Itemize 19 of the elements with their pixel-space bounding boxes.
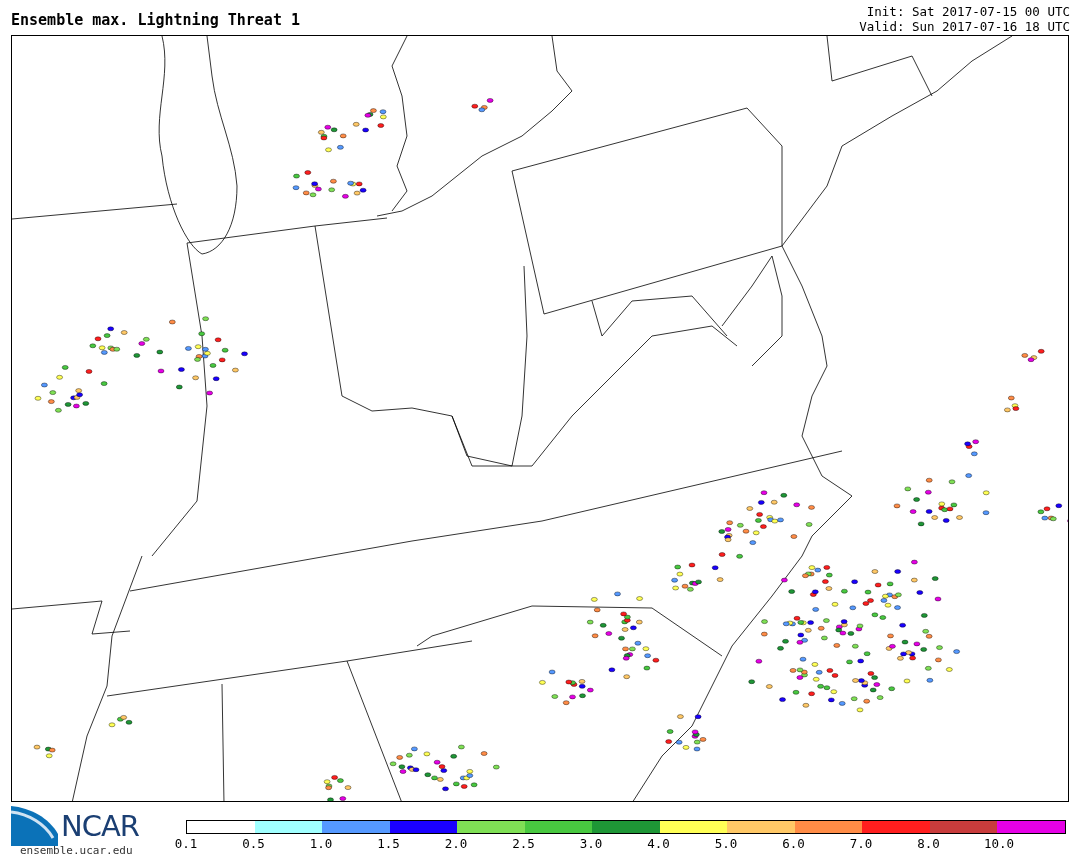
scale-label: 8.0 [916, 836, 941, 851]
scale-label: 0.5 [241, 836, 266, 851]
logo-text: NCAR [61, 809, 139, 843]
scale-label: 3.0 [579, 836, 603, 851]
scale-label: 7.0 [849, 836, 873, 851]
plot-title: Ensemble max. Lightning Threat 1 [11, 11, 300, 31]
ncar-logo-icon [11, 806, 59, 846]
scale-label: 2.0 [444, 836, 468, 851]
website-url: ensemble.ucar.edu [20, 844, 134, 857]
scale-label: 4.0 [646, 836, 671, 851]
scale-label: 0.1 [174, 836, 198, 851]
scale-label: 10.0 [984, 836, 1015, 851]
valid-time: Valid: Sun 2017-07-16 18 UTC [859, 19, 1070, 34]
scale-label: 5.0 [714, 836, 738, 851]
init-time: Init: Sat 2017-07-15 00 UTC [866, 4, 1070, 19]
scale-label: 1.5 [376, 836, 401, 851]
scale-label: 6.0 [781, 836, 806, 851]
scale-label: 1.0 [309, 836, 333, 851]
scale-label: 2.5 [511, 836, 536, 851]
